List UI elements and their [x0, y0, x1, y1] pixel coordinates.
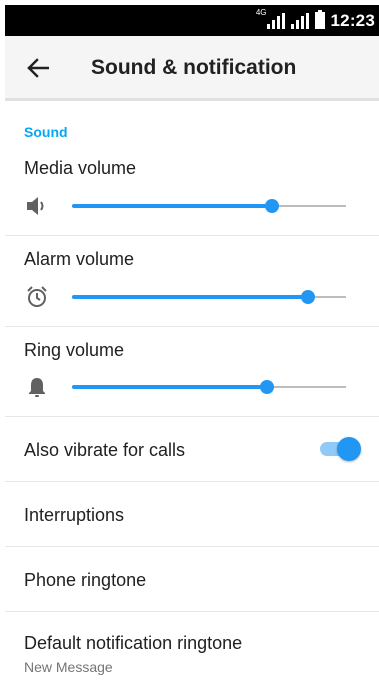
divider — [5, 235, 379, 236]
section-header-sound: Sound — [24, 124, 68, 140]
ring-volume-label: Ring volume — [24, 340, 125, 360]
back-arrow-icon[interactable] — [27, 58, 49, 78]
interruptions-label: Interruptions — [24, 505, 125, 525]
speaker-icon — [27, 197, 44, 215]
alarm-volume-label: Alarm volume — [24, 249, 135, 269]
bell-icon — [29, 378, 45, 397]
divider — [5, 416, 379, 417]
alarm-clock-icon — [27, 286, 47, 307]
divider — [5, 481, 379, 482]
media-volume-label: Media volume — [24, 158, 137, 178]
divider — [5, 326, 379, 327]
status-clock: 12:23 — [330, 10, 375, 30]
sound-notification-screen: 4G 12:23 Sound & notification Sound Medi… — [0, 0, 379, 680]
alarm-volume-slider[interactable] — [72, 287, 346, 307]
battery-icon — [314, 10, 325, 29]
divider — [5, 546, 379, 547]
phone-ringtone-label: Phone ringtone — [24, 570, 147, 590]
network-type-label: 4G — [255, 8, 267, 17]
vibrate-label: Also vibrate for calls — [24, 440, 186, 460]
divider — [5, 611, 379, 612]
default-notification-value: New Message — [24, 659, 113, 675]
default-notification-label: Default notification ringtone — [24, 633, 243, 653]
status-icons: 4G — [250, 8, 325, 29]
page-title: Sound & notification — [91, 56, 297, 79]
signal-strength-icon-2 — [290, 13, 309, 29]
signal-strength-icon — [266, 13, 285, 29]
vibrate-toggle[interactable] — [318, 436, 362, 462]
media-volume-slider[interactable] — [72, 196, 346, 216]
app-toolbar: Sound & notification — [5, 36, 379, 101]
ring-volume-slider[interactable] — [72, 377, 346, 397]
status-bar: 4G 12:23 — [5, 5, 379, 36]
